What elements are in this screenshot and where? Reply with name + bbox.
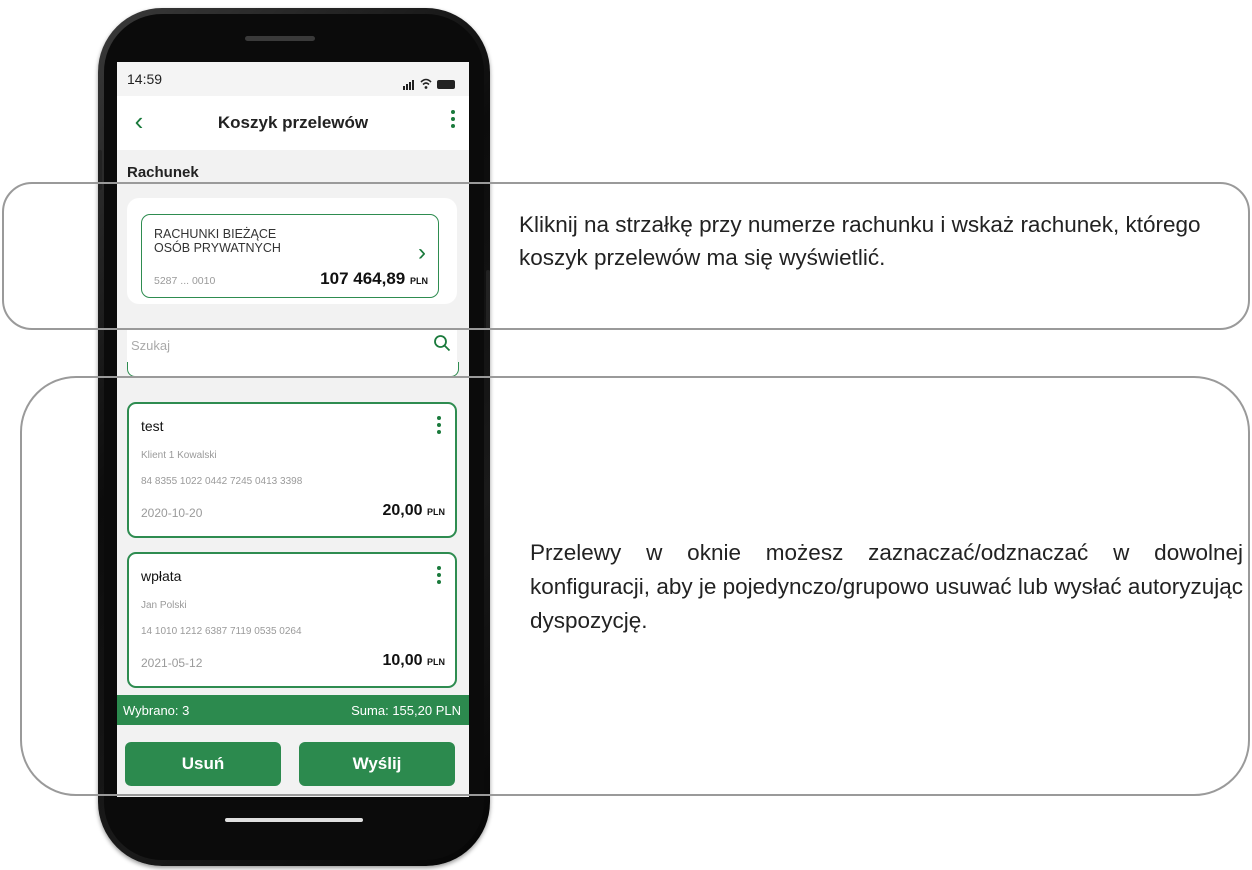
signal-icon <box>403 72 415 90</box>
account-hint-text: Kliknij na strzałkę przy numerze rachunk… <box>519 212 1201 270</box>
status-bar: 14:59 <box>117 62 469 96</box>
search-placeholder: Szukaj <box>131 338 171 353</box>
search-icon[interactable] <box>433 334 451 352</box>
wifi-icon <box>420 78 432 89</box>
more-options-icon[interactable] <box>449 110 457 132</box>
transfers-hint-text: Przelewy w oknie możesz zaznaczać/odznac… <box>530 540 1243 633</box>
phone-speaker <box>245 36 315 41</box>
home-indicator[interactable] <box>225 818 363 822</box>
app-header: ‹ Koszyk przelewów <box>117 96 469 150</box>
previous-card-edge <box>127 362 459 377</box>
status-time: 14:59 <box>127 71 163 87</box>
search-field[interactable]: Szukaj <box>127 328 457 366</box>
page-title: Koszyk przelewów <box>217 113 369 132</box>
battery-icon <box>437 80 455 89</box>
account-section-label: Rachunek <box>127 164 199 181</box>
status-icons <box>403 72 455 90</box>
